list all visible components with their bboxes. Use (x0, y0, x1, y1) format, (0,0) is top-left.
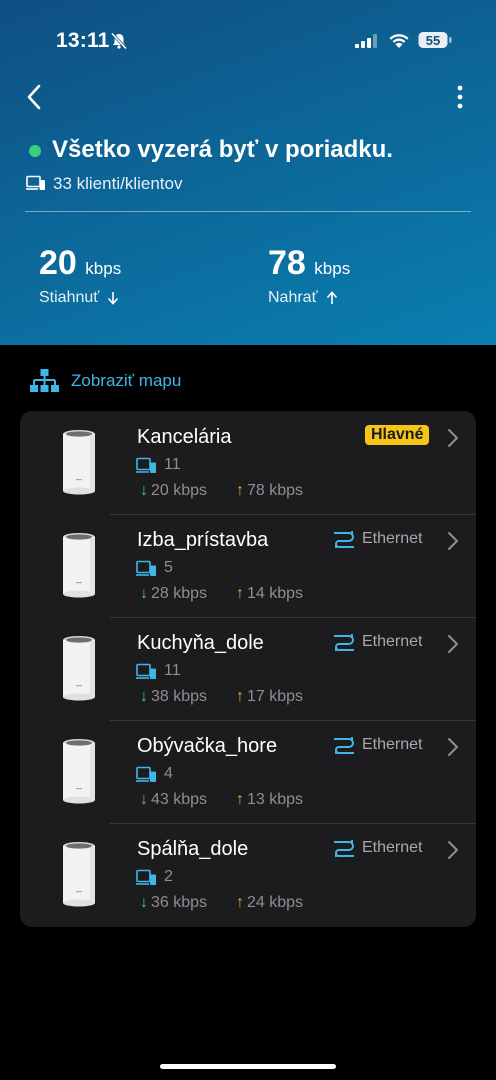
chevron-right-icon (448, 738, 459, 756)
deco-unit-icon (63, 533, 95, 598)
upload-value: 78 (268, 244, 306, 282)
device-client-count: 4 (164, 765, 173, 782)
row-divider (110, 514, 476, 515)
download-speed: 20 kbps Stiahnuť (39, 244, 121, 307)
home-indicator[interactable] (160, 1064, 336, 1069)
chevron-right-icon (448, 841, 459, 859)
ethernet-icon (334, 634, 354, 651)
ethernet-badge: Ethernet (332, 530, 422, 548)
device-upload: ↑ 78 kbps (236, 482, 304, 499)
device-name: Spálňa_dole (137, 838, 249, 860)
device-client-count: 11 (164, 662, 181, 679)
more-options-button[interactable] (450, 82, 470, 112)
device-client-count: 11 (164, 456, 181, 473)
device-list: Kancelária Hlavné 11 ↓ 20 kbps ↑ 78 kbps I… (20, 411, 476, 927)
upload-label: Nahrať (268, 289, 318, 306)
back-button[interactable] (22, 82, 48, 112)
deco-unit-icon (63, 739, 95, 804)
status-bar: 13:11 55 (0, 0, 496, 80)
status-ok-dot (29, 145, 41, 157)
download-label: Stiahnuť (39, 289, 100, 306)
network-topology-icon (30, 369, 59, 392)
device-download: ↓ 43 kbps (140, 791, 208, 808)
deco-unit-icon (63, 636, 95, 701)
battery-icon: 55 (418, 32, 452, 48)
show-map-link[interactable]: Zobraziť mapu (30, 368, 181, 394)
ethernet-icon (334, 531, 354, 548)
chevron-right-icon (448, 532, 459, 550)
ethernet-badge: Ethernet (332, 736, 422, 754)
device-upload: ↑ 24 kbps (236, 894, 304, 911)
row-divider (110, 720, 476, 721)
device-name: Obývačka_hore (137, 735, 278, 757)
device-row-spalna-dole[interactable]: Spálňa_dole Ethernet 2 ↓ 36 kbps ↑ 24 kbps (20, 823, 476, 926)
chevron-right-icon (448, 429, 459, 447)
device-client-count: 5 (164, 559, 173, 576)
device-name: Kuchyňa_dole (137, 632, 264, 654)
device-upload: ↑ 17 kbps (236, 688, 304, 705)
wifi-icon (389, 34, 409, 48)
device-upload: ↑ 13 kbps (236, 791, 304, 808)
device-client-count: 2 (164, 868, 173, 885)
clients-count: 33 klienti/klientov (53, 174, 183, 193)
device-download: ↓ 38 kbps (140, 688, 208, 705)
deco-unit-icon (63, 842, 95, 907)
cellular-signal-icon (355, 34, 377, 48)
ethernet-icon (334, 840, 354, 857)
row-divider (110, 617, 476, 618)
header: 13:11 55 Všetko vyzerá byť v poriadku. 3… (0, 0, 496, 345)
main-badge: Hlavné (365, 425, 430, 445)
device-row-izba-pristavba[interactable]: Izba_prístavba Ethernet 5 ↓ 28 kbps ↑ 14 k… (20, 514, 476, 617)
device-name: Kancelária (137, 426, 232, 448)
device-upload: ↑ 14 kbps (236, 585, 304, 602)
arrow-up-icon (326, 291, 337, 304)
status-time: 13:11 (56, 29, 110, 52)
clients-device-icon (136, 766, 156, 782)
device-name: Izba_prístavba (137, 529, 269, 551)
device-download: ↓ 20 kbps (140, 482, 208, 499)
bell-muted-icon (110, 32, 128, 50)
clients-device-icon (136, 869, 156, 885)
ethernet-badge: Ethernet (332, 839, 422, 857)
download-unit: kbps (85, 259, 122, 278)
clients-device-icon (136, 560, 156, 576)
chevron-right-icon (448, 635, 459, 653)
clients-device-icon (136, 457, 156, 473)
clients-device-icon (136, 663, 156, 679)
upload-unit: kbps (314, 259, 351, 278)
row-divider (110, 823, 476, 824)
device-row-obyvacka-hore[interactable]: Obývačka_hore Ethernet 4 ↓ 43 kbps ↑ 13 kb… (20, 720, 476, 823)
device-download: ↓ 28 kbps (140, 585, 208, 602)
ethernet-icon (334, 737, 354, 754)
show-map-label: Zobraziť mapu (71, 371, 182, 390)
arrow-down-icon (108, 292, 119, 305)
device-row-kuchyna-dole[interactable]: Kuchyňa_dole Ethernet 11 ↓ 38 kbps ↑ 17 kb… (20, 617, 476, 720)
download-value: 20 (39, 244, 77, 282)
upload-speed: 78 kbps Nahrať (268, 244, 350, 307)
device-download: ↓ 36 kbps (140, 894, 208, 911)
header-divider (25, 211, 471, 212)
device-row-kancelaria[interactable]: Kancelária Hlavné 11 ↓ 20 kbps ↑ 78 kbps (20, 411, 476, 514)
svg-text:55: 55 (426, 33, 440, 48)
ethernet-badge: Ethernet (332, 633, 422, 651)
deco-unit-icon (63, 430, 95, 495)
clients-device-icon (26, 175, 45, 190)
network-status-title: Všetko vyzerá byť v poriadku. (52, 136, 393, 163)
